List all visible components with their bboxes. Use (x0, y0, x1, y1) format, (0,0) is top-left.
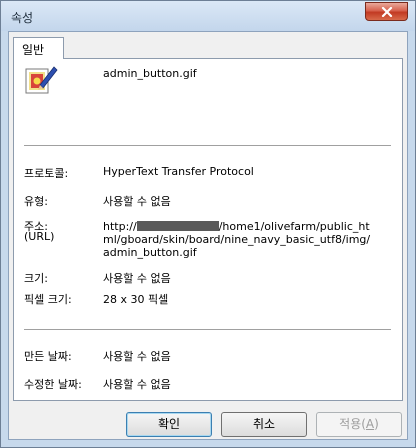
separator (24, 145, 391, 146)
apply-button[interactable]: 적용(A) (316, 412, 402, 437)
tab-general-label: 일반 (22, 43, 45, 57)
close-button[interactable] (365, 2, 408, 21)
cancel-button[interactable]: 취소 (221, 412, 307, 437)
apply-label-suffix: ) (374, 417, 379, 431)
dimensions-label: 픽셀 크기: (24, 293, 72, 306)
type-value: 사용할 수 없음 (103, 195, 171, 208)
type-label: 유형: (24, 195, 48, 208)
separator (24, 329, 391, 330)
window-title: 속성 (11, 11, 34, 25)
created-value: 사용할 수 없음 (103, 350, 171, 363)
dimensions-value: 28 x 30 픽셀 (103, 293, 169, 306)
size-label: 크기: (24, 272, 48, 285)
url-line2: ml/gboard/skin/board/nine_navy_basic_utf… (103, 233, 371, 246)
gif-image-file-icon (25, 66, 58, 94)
apply-label-prefix: 적용( (339, 417, 366, 431)
url-line1: /home1/olivefarm/public_ht (218, 220, 370, 233)
address-label-url: (URL) (24, 230, 55, 243)
created-label: 만든 날짜: (24, 350, 72, 363)
ok-button[interactable]: 확인 (126, 412, 212, 437)
address-value[interactable]: http:// /home1/olivefarm/public_ht ml/gbo… (103, 220, 370, 259)
size-value: 사용할 수 없음 (103, 272, 171, 285)
modified-label: 수정한 날짜: (24, 378, 82, 391)
modified-value: 사용할 수 없음 (103, 378, 171, 391)
title-bar[interactable]: 속성 (1, 1, 415, 31)
close-icon (381, 7, 393, 17)
redacted-domain (136, 221, 219, 231)
url-prefix: http:// (103, 220, 137, 233)
protocol-value: HyperText Transfer Protocol (103, 165, 254, 178)
tab-general[interactable]: 일반 (13, 37, 64, 59)
file-name: admin_button.gif (103, 67, 197, 80)
apply-accel-key: A (365, 417, 375, 431)
protocol-label: 프로토콜: (24, 167, 69, 180)
url-line3: admin_button.gif (103, 246, 197, 259)
